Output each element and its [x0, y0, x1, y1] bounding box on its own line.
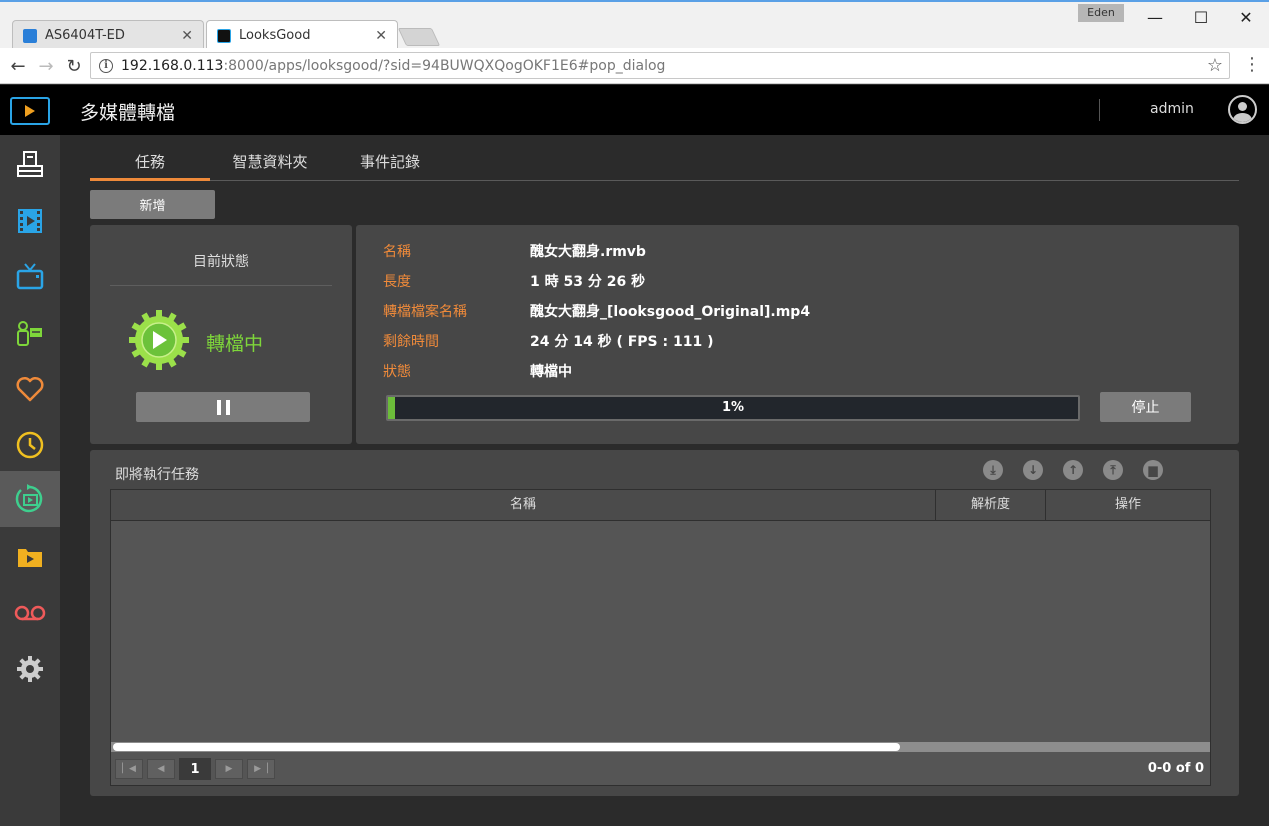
- sidebar-item-transcode[interactable]: [0, 471, 60, 527]
- first-page-icon[interactable]: ▏◀: [115, 759, 143, 779]
- name-label: 名稱: [383, 244, 411, 260]
- record-count: 0-0 of 0: [1147, 761, 1204, 776]
- status-state-text: 轉檔中: [206, 333, 264, 355]
- queue-title: 即將執行任務: [115, 467, 199, 483]
- close-tab-icon[interactable]: ✕: [181, 28, 193, 44]
- table-header: 名稱 解析度 操作: [111, 490, 1210, 521]
- sidebar-item-favorites[interactable]: [0, 361, 60, 417]
- address-bar[interactable]: i 192.168.0.113:8000/apps/looksgood/?sid…: [90, 52, 1230, 79]
- transcode-icon: [15, 484, 43, 513]
- gear-icon: [17, 656, 43, 682]
- column-action[interactable]: 操作: [1046, 490, 1210, 521]
- trash-icon[interactable]: ▆: [1143, 460, 1163, 480]
- last-page-icon[interactable]: ▶▕: [247, 759, 275, 779]
- new-tab-button[interactable]: [397, 28, 441, 46]
- voicemail-icon: [14, 605, 46, 621]
- minimize-icon[interactable]: —: [1132, 4, 1178, 30]
- state-value: 轉檔中: [530, 364, 572, 380]
- printer-icon: [17, 151, 43, 177]
- url-path: :8000/apps/looksgood/?sid=94BUWQXQogOKF1…: [223, 57, 666, 74]
- main-content: 任務 智慧資料夾 事件記錄 新增 目前狀態 轉檔中 名稱 醜女大翻身.rmvb …: [60, 135, 1269, 826]
- browser-toolbar: ← → ↻ i 192.168.0.113:8000/apps/looksgoo…: [0, 48, 1269, 84]
- upcoming-tasks-panel: 即將執行任務 ⤓ ↓ ↑ ⤒ ▆ 名稱 解析度 操作 ▏◀ ◀ 1 ▶ ▶▕ 0…: [90, 450, 1239, 796]
- output-name-value: 醜女大翻身_[looksgood_Original].mp4: [530, 304, 811, 320]
- site-info-icon[interactable]: i: [99, 58, 113, 73]
- sidebar-item-tv[interactable]: [0, 249, 60, 305]
- tv-icon: [16, 263, 44, 290]
- browser-tab-looksgood[interactable]: LooksGood ✕: [206, 20, 398, 50]
- remaining-time-label: 剩餘時間: [383, 334, 439, 350]
- progress-bar: 1%: [386, 395, 1080, 421]
- output-name-label: 轉檔檔案名稱: [383, 304, 467, 320]
- sidebar-item-schedule[interactable]: [0, 417, 60, 473]
- url-host: 192.168.0.113: [121, 57, 224, 74]
- scrollbar-thumb[interactable]: [113, 743, 900, 751]
- tab-smart-folder[interactable]: 智慧資料夾: [210, 149, 330, 181]
- current-status-panel: 目前狀態 轉檔中: [90, 225, 352, 444]
- sidebar: [0, 135, 60, 826]
- pagination: ▏◀ ◀ 1 ▶ ▶▕ 0-0 of 0: [111, 753, 1210, 785]
- sidebar-item-video-folder[interactable]: [0, 529, 60, 585]
- add-task-button[interactable]: 新增: [90, 190, 215, 219]
- header-divider: [1099, 99, 1100, 121]
- stop-button[interactable]: 停止: [1100, 392, 1191, 422]
- tab-bar: 任務 智慧資料夾 事件記錄: [90, 149, 1239, 181]
- sidebar-item-surveillance[interactable]: [0, 305, 60, 361]
- close-tab-icon[interactable]: ✕: [375, 28, 387, 44]
- reload-icon[interactable]: ↻: [62, 54, 86, 78]
- sidebar-item-recording[interactable]: [0, 585, 60, 641]
- tab-event-log[interactable]: 事件記錄: [330, 149, 450, 181]
- column-resolution[interactable]: 解析度: [936, 490, 1046, 521]
- state-label: 狀態: [383, 364, 411, 380]
- sidebar-item-video[interactable]: [0, 193, 60, 249]
- app-header: 多媒體轉檔 admin: [0, 85, 1269, 135]
- horizontal-scrollbar[interactable]: [111, 742, 1210, 752]
- browser-tabbar: AS6404T-ED ✕ LooksGood ✕ Eden — ☐ ✕: [0, 0, 1269, 50]
- user-name[interactable]: admin: [1150, 101, 1194, 117]
- previous-page-icon[interactable]: ◀: [147, 759, 175, 779]
- window-close-icon[interactable]: ✕: [1223, 4, 1269, 30]
- film-icon: [18, 209, 42, 233]
- bookmark-star-icon[interactable]: ☆: [1207, 55, 1223, 76]
- move-bottom-icon[interactable]: ⤓: [983, 460, 1003, 480]
- column-name[interactable]: 名稱: [111, 490, 936, 521]
- back-icon[interactable]: ←: [6, 54, 30, 78]
- heart-icon: [16, 376, 44, 402]
- length-label: 長度: [383, 274, 411, 290]
- browser-tab-title: LooksGood: [239, 28, 311, 43]
- status-divider: [110, 285, 332, 286]
- move-down-icon[interactable]: ↓: [1023, 460, 1043, 480]
- looksgood-logo-icon[interactable]: [10, 97, 50, 125]
- progress-text: 1%: [721, 400, 745, 415]
- sidebar-item-settings[interactable]: [0, 641, 60, 697]
- move-up-icon[interactable]: ↑: [1063, 460, 1083, 480]
- current-page[interactable]: 1: [179, 758, 211, 780]
- forward-icon[interactable]: →: [34, 54, 58, 78]
- length-value: 1 時 53 分 26 秒: [530, 274, 646, 290]
- converting-gear-icon: [128, 309, 190, 371]
- browser-menu-icon[interactable]: ⋮: [1243, 54, 1261, 75]
- page-title: 多媒體轉檔: [80, 102, 176, 124]
- pause-button[interactable]: [136, 392, 310, 422]
- sidebar-item-printer[interactable]: [0, 137, 60, 193]
- browser-tab-title: AS6404T-ED: [45, 28, 125, 43]
- name-value: 醜女大翻身.rmvb: [530, 244, 646, 260]
- asustor-favicon-icon: [23, 28, 37, 43]
- status-title: 目前狀態: [193, 254, 249, 270]
- browser-tab-as6404t[interactable]: AS6404T-ED ✕: [12, 20, 204, 50]
- move-top-icon[interactable]: ⤒: [1103, 460, 1123, 480]
- queue-table: 名稱 解析度 操作 ▏◀ ◀ 1 ▶ ▶▕ 0-0 of 0: [110, 489, 1211, 786]
- clock-icon: [16, 431, 44, 459]
- avatar[interactable]: [1228, 95, 1257, 124]
- video-folder-icon: [18, 549, 42, 567]
- maximize-icon[interactable]: ☐: [1178, 4, 1224, 30]
- browser-profile-badge[interactable]: Eden: [1078, 4, 1124, 22]
- task-detail-panel: 名稱 醜女大翻身.rmvb 長度 1 時 53 分 26 秒 轉檔檔案名稱 醜女…: [356, 225, 1239, 444]
- remaining-time-value: 24 分 14 秒 ( FPS : 111 ): [530, 334, 714, 350]
- pause-icon: [216, 399, 230, 415]
- tab-tasks[interactable]: 任務: [90, 149, 210, 181]
- camcorder-icon: [17, 321, 42, 346]
- next-page-icon[interactable]: ▶: [215, 759, 243, 779]
- looksgood-favicon-icon: [217, 28, 231, 43]
